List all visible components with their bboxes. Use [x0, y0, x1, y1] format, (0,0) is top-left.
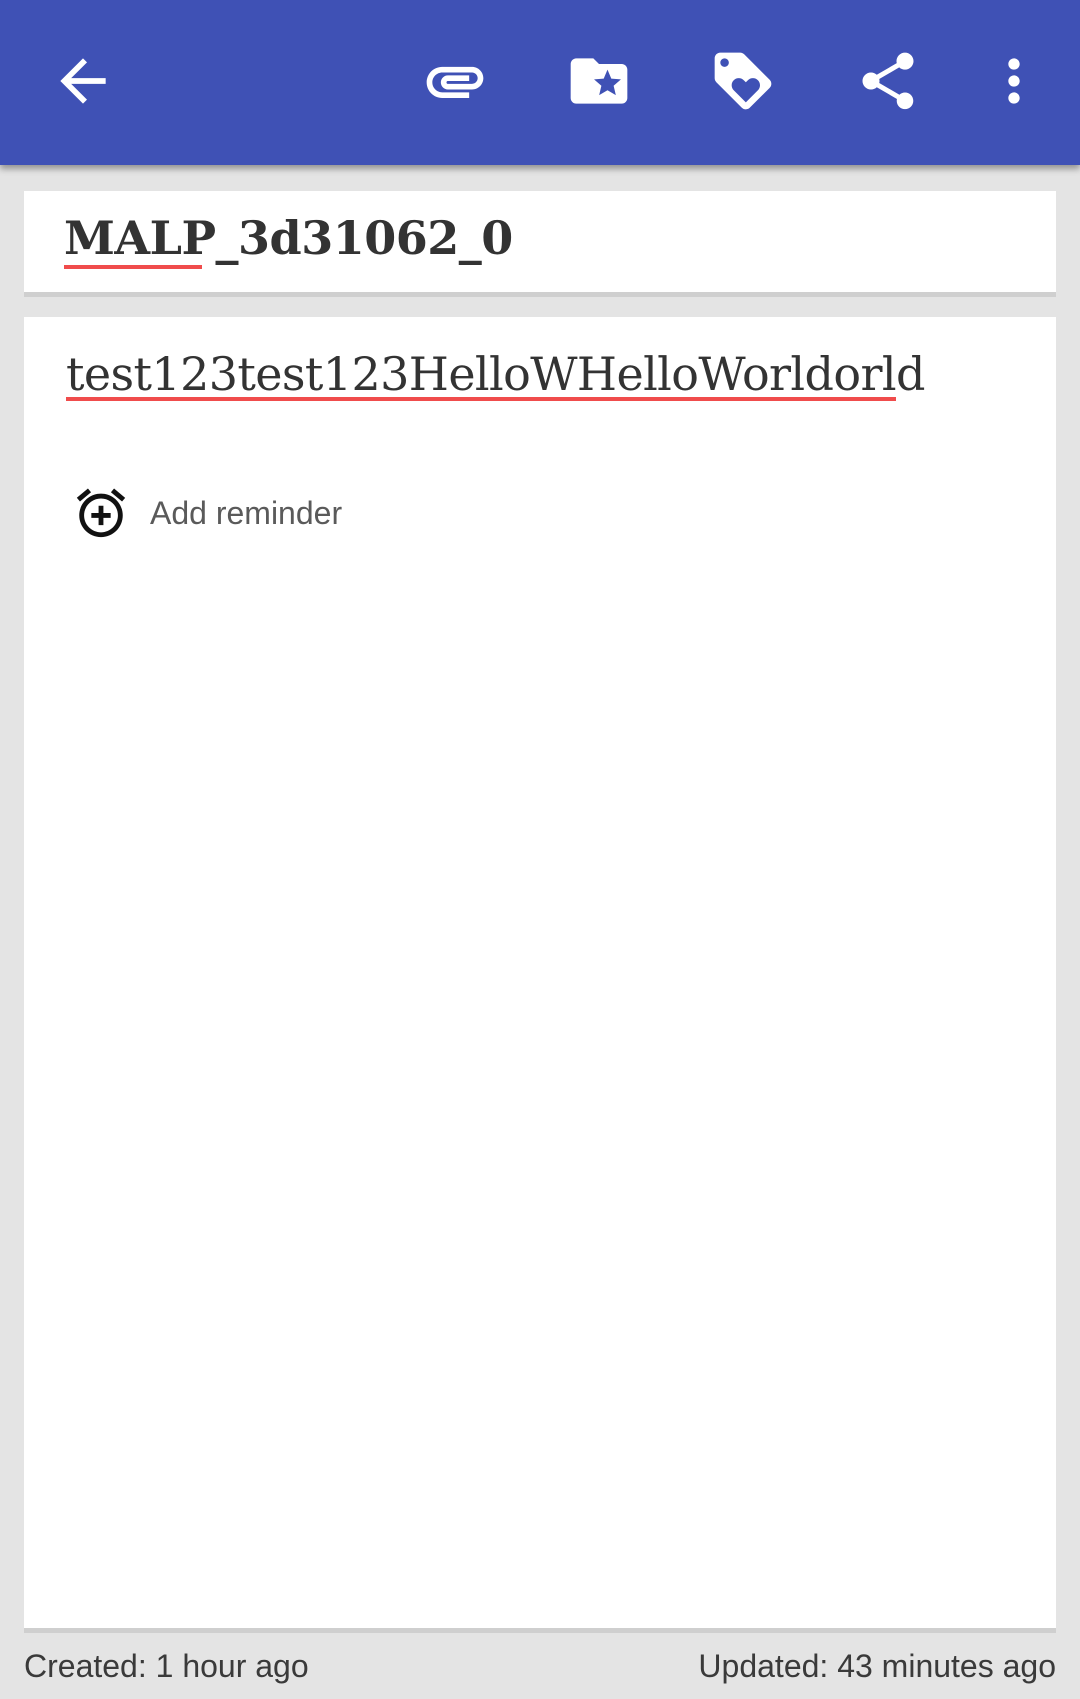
note-content-input[interactable]: test123test123HelloWHelloWorldorld	[66, 347, 925, 401]
note-content-card: test123test123HelloWHelloWorldorld Add r…	[24, 317, 1056, 1633]
note-title-input[interactable]: MALP_3d31062_0	[64, 211, 513, 265]
note-footer: Created: 1 hour ago Updated: 43 minutes …	[24, 1648, 1056, 1688]
note-title-card: MALP_3d31062_0	[24, 191, 1056, 297]
spellcheck-underline	[66, 397, 896, 401]
alarm-add-icon	[76, 488, 126, 538]
spellcheck-underline	[64, 265, 202, 269]
share-icon[interactable]	[847, 40, 929, 122]
arrow-back-icon[interactable]	[42, 40, 124, 122]
attachment-icon[interactable]	[414, 40, 496, 122]
updated-timestamp: Updated: 43 minutes ago	[698, 1648, 1056, 1684]
created-timestamp: Created: 1 hour ago	[24, 1648, 309, 1684]
add-reminder-button[interactable]: Add reminder	[72, 483, 342, 543]
app-toolbar	[0, 0, 1080, 165]
add-reminder-label: Add reminder	[150, 494, 343, 531]
more-vert-icon[interactable]	[973, 40, 1055, 122]
folder-star-icon[interactable]	[558, 40, 640, 122]
tag-heart-icon[interactable]	[702, 40, 784, 122]
